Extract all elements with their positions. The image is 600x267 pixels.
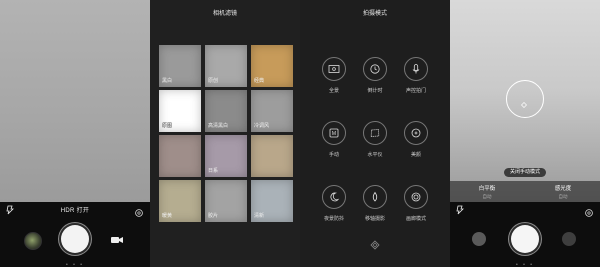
filter-label: 胶片 (208, 213, 219, 219)
filter-tile[interactable]: 高清黑白 (205, 90, 247, 132)
gallery-thumbnail[interactable] (24, 232, 42, 250)
param-name: 白平衡 (478, 186, 496, 192)
gallery-thumbnail[interactable] (472, 232, 486, 246)
filters-panel: 相机滤镜 黑白 原创 经典 原图 高清黑白 冷调风 日系 暖黄 胶片 清新 (150, 0, 300, 267)
mode-label: 倒计时 (367, 88, 383, 94)
night-icon (322, 185, 346, 209)
shutter-button[interactable] (511, 225, 539, 253)
manual-mode-panel: 关闭手动模式 白平衡 自动 感光度 自动 • • • (450, 0, 600, 267)
filter-label: 原图 (162, 123, 173, 129)
mode-gallery[interactable]: 画廊模式 (396, 183, 436, 241)
mode-label: 声控拍门 (405, 88, 426, 94)
param-name: 感光度 (554, 186, 572, 192)
settings-icon[interactable] (584, 205, 594, 217)
filter-label: 暖黄 (162, 213, 173, 219)
filter-label: 原创 (208, 78, 219, 84)
panorama-icon (322, 57, 346, 81)
mode-panorama[interactable]: 全景 (314, 55, 354, 113)
filter-label: 黑白 (162, 78, 173, 84)
mode-label: 水平仪 (367, 152, 383, 158)
filter-tile[interactable]: 冷调风 (251, 90, 293, 132)
mode-label: 移轴摄影 (364, 216, 385, 222)
mode-label: 全景 (328, 88, 339, 94)
focus-point-icon (521, 95, 527, 108)
filter-label: 经典 (254, 78, 265, 84)
mode-manual[interactable]: M 手动 (314, 119, 354, 177)
iso-control[interactable]: 感光度 自动 (538, 184, 588, 200)
camera-screens: HDR 打开 • • • 相机滤镜 黑白 原创 经典 原图 高清黑白 冷调风 日… (0, 0, 600, 267)
video-camera-icon[interactable] (110, 233, 124, 245)
filter-label: 清新 (254, 213, 265, 219)
filter-label: 日系 (208, 168, 219, 174)
filter-tile[interactable]: 清新 (251, 180, 293, 222)
hdr-toggle-label[interactable]: HDR 打开 (0, 205, 150, 214)
filter-label: 冷调风 (254, 123, 270, 129)
filter-tile[interactable]: 经典 (251, 45, 293, 87)
mode-voice-shutter[interactable]: 声控拍门 (396, 55, 436, 113)
modes-panel: 拍摄模式 全景 倒计时 声控拍门 M 手动 水平仪 美颜 夜景防抖 移轴摄影 画… (300, 0, 450, 267)
mode-label: 夜景防抖 (323, 216, 344, 222)
mode-switch-button[interactable] (562, 232, 576, 246)
collapse-icon[interactable] (369, 238, 381, 250)
filter-tile[interactable]: 黑白 (159, 45, 201, 87)
mode-grid: 全景 倒计时 声控拍门 M 手动 水平仪 美颜 夜景防抖 移轴摄影 画廊模式 (314, 55, 436, 241)
mode-timer[interactable]: 倒计时 (355, 55, 395, 113)
panel-title: 相机滤镜 (212, 11, 237, 17)
mode-level[interactable]: 水平仪 (355, 119, 395, 177)
shutter-button[interactable] (61, 225, 89, 253)
page-indicator: • • • (65, 262, 85, 267)
filter-tile[interactable] (159, 135, 201, 177)
filter-tile[interactable]: 胶片 (205, 180, 247, 222)
microphone-icon (404, 57, 428, 81)
tilt-shift-icon (363, 185, 387, 209)
mode-night[interactable]: 夜景防抖 (314, 183, 354, 241)
viewfinder[interactable] (0, 0, 150, 202)
svg-text:M: M (332, 131, 336, 137)
filter-tile[interactable]: 原创 (205, 45, 247, 87)
filter-label: 高清黑白 (208, 123, 229, 129)
filter-tile[interactable] (251, 135, 293, 177)
viewfinder-panel: HDR 打开 • • • (0, 0, 150, 267)
mode-label: 美颜 (410, 152, 421, 158)
page-indicator: • • • (515, 262, 535, 267)
filter-grid: 黑白 原创 经典 原图 高清黑白 冷调风 日系 暖黄 胶片 清新 (159, 45, 293, 222)
filter-tile[interactable]: 原图 (159, 90, 201, 132)
filter-tile[interactable]: 暖黄 (159, 180, 201, 222)
param-value: 自动 (558, 194, 568, 199)
mode-label: 手动 (328, 152, 339, 158)
param-value: 自动 (482, 194, 492, 199)
panel-title: 拍摄模式 (362, 11, 387, 17)
mode-beauty[interactable]: 美颜 (396, 119, 436, 177)
timer-icon (363, 57, 387, 81)
beauty-icon (404, 121, 428, 145)
level-icon (363, 121, 387, 145)
flash-auto-icon[interactable] (456, 205, 466, 215)
manual-icon: M (322, 121, 346, 145)
mode-tilt-shift[interactable]: 移轴摄影 (355, 183, 395, 241)
white-balance-control[interactable]: 白平衡 自动 (462, 184, 512, 200)
gallery-mode-icon (404, 185, 428, 209)
settings-icon[interactable] (134, 205, 144, 217)
filter-tile[interactable]: 日系 (205, 135, 247, 177)
mode-label: 画廊模式 (405, 216, 426, 222)
exit-manual-toast[interactable]: 关闭手动模式 (504, 168, 546, 177)
